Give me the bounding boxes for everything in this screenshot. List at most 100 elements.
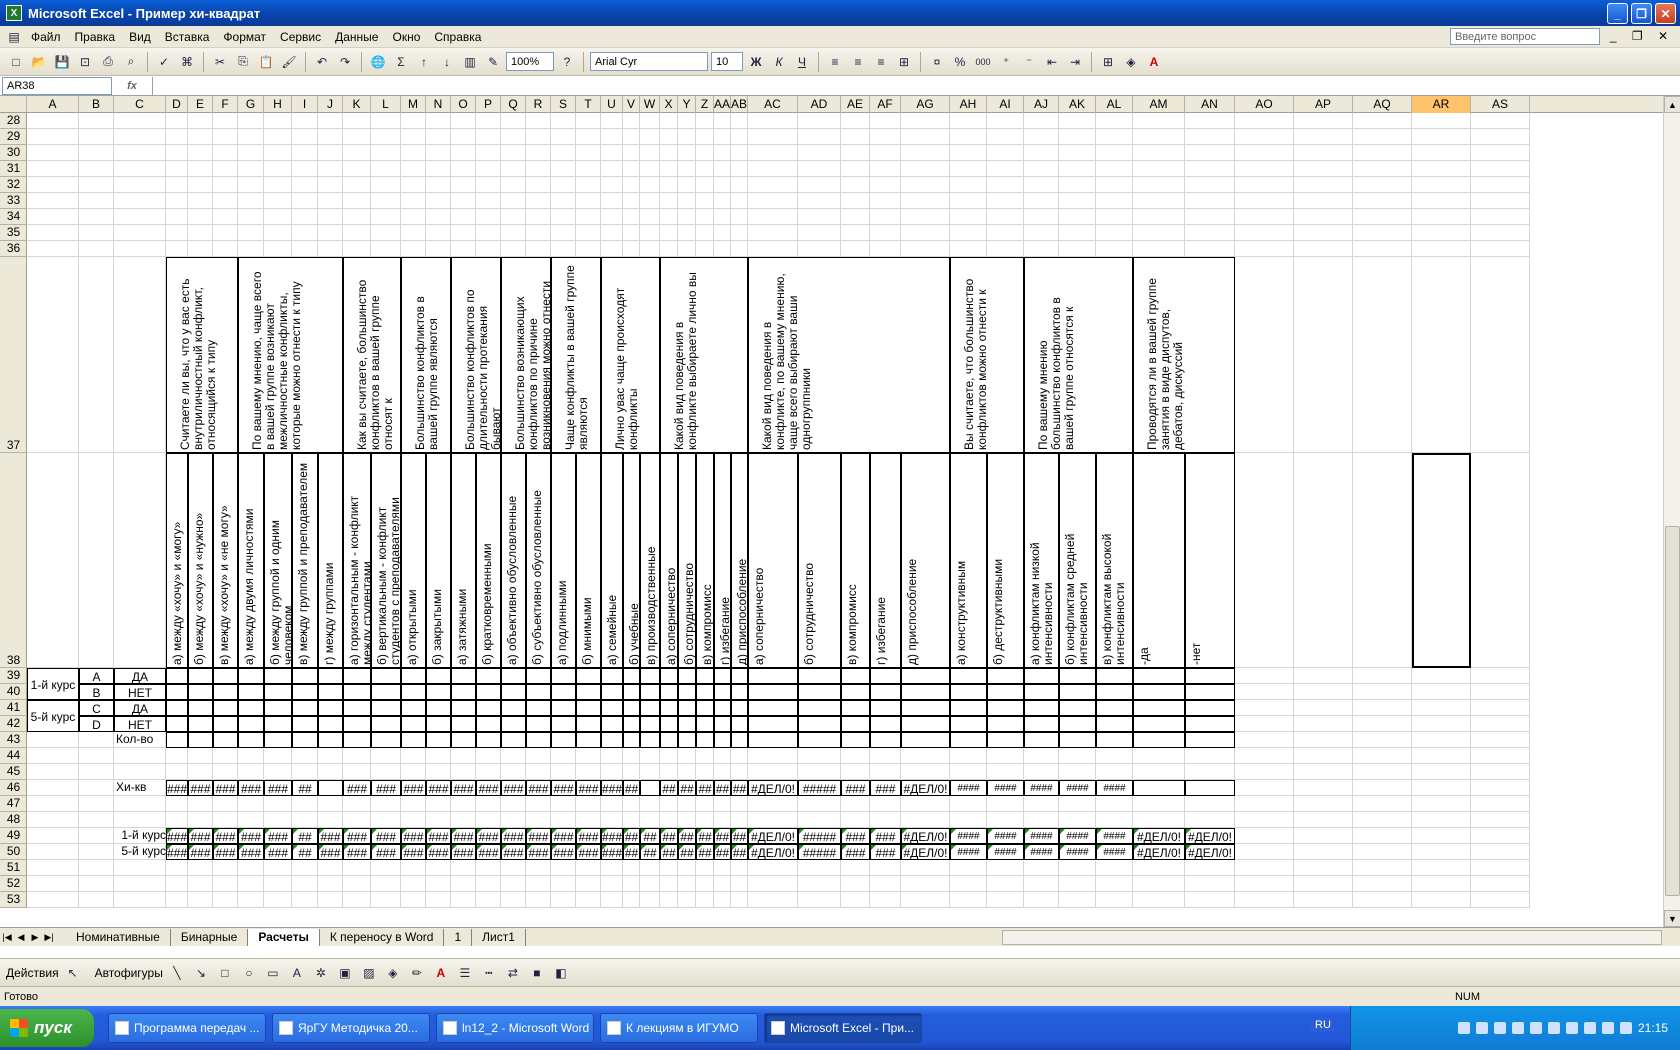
data-cell[interactable] bbox=[1024, 700, 1059, 716]
cell[interactable] bbox=[1412, 113, 1471, 129]
cell[interactable] bbox=[343, 892, 371, 908]
cell[interactable] bbox=[1294, 844, 1353, 860]
data-cell[interactable] bbox=[841, 668, 870, 684]
cell[interactable] bbox=[660, 892, 678, 908]
cell[interactable] bbox=[987, 764, 1024, 780]
cell[interactable] bbox=[1412, 193, 1471, 209]
question-header[interactable]: Считаете ли вы, что у вас есть внутрилич… bbox=[166, 257, 238, 453]
answer-header[interactable]: в) производственные bbox=[640, 453, 660, 668]
data-cell[interactable] bbox=[1024, 668, 1059, 684]
task-folder[interactable]: К лекциям в ИГУМО bbox=[600, 1013, 758, 1043]
data-cell[interactable] bbox=[476, 684, 501, 700]
data-cell[interactable] bbox=[987, 700, 1024, 716]
data-cell[interactable] bbox=[1096, 700, 1133, 716]
cell[interactable] bbox=[238, 812, 264, 828]
cell[interactable] bbox=[188, 860, 213, 876]
cell[interactable] bbox=[79, 748, 114, 764]
result-cell[interactable]: ##### bbox=[798, 780, 841, 796]
cell[interactable] bbox=[238, 113, 264, 129]
row-header-50[interactable]: 50 bbox=[0, 844, 27, 860]
data-cell[interactable] bbox=[1096, 732, 1133, 748]
cell[interactable] bbox=[870, 812, 901, 828]
cell[interactable] bbox=[27, 161, 79, 177]
data-cell[interactable] bbox=[371, 668, 401, 684]
undo-icon[interactable]: ↶ bbox=[312, 52, 332, 72]
cell[interactable] bbox=[551, 161, 576, 177]
cell[interactable] bbox=[426, 748, 451, 764]
data-cell[interactable] bbox=[696, 716, 714, 732]
column-header-ai[interactable]: AI bbox=[987, 96, 1024, 113]
column-header-aj[interactable]: AJ bbox=[1024, 96, 1059, 113]
cell[interactable] bbox=[798, 796, 841, 812]
cell[interactable] bbox=[501, 129, 526, 145]
cell[interactable] bbox=[1412, 812, 1471, 828]
cell[interactable] bbox=[501, 860, 526, 876]
cell[interactable] bbox=[238, 764, 264, 780]
cell[interactable] bbox=[714, 860, 731, 876]
cell[interactable] bbox=[870, 113, 901, 129]
cell[interactable] bbox=[1096, 876, 1133, 892]
paste-icon[interactable]: 📋 bbox=[256, 52, 276, 72]
cell[interactable] bbox=[318, 161, 343, 177]
result-cell[interactable]: #ДЕЛ/0! bbox=[748, 780, 798, 796]
row-header-46[interactable]: 46 bbox=[0, 780, 27, 796]
data-cell[interactable] bbox=[623, 732, 640, 748]
cell[interactable] bbox=[318, 113, 343, 129]
cell[interactable] bbox=[601, 796, 623, 812]
cell[interactable] bbox=[841, 225, 870, 241]
cell[interactable] bbox=[1353, 668, 1412, 684]
answer-header[interactable]: а) между «хочу» и «могу» bbox=[166, 453, 188, 668]
data-cell[interactable] bbox=[576, 668, 601, 684]
cell[interactable] bbox=[238, 860, 264, 876]
result-cell[interactable]: #ДЕЛ/0! bbox=[1133, 844, 1185, 860]
cell[interactable] bbox=[551, 225, 576, 241]
cell[interactable] bbox=[318, 145, 343, 161]
scroll-down-arrow[interactable]: ▼ bbox=[1664, 910, 1680, 927]
cell[interactable] bbox=[1059, 113, 1096, 129]
data-cell[interactable] bbox=[213, 700, 238, 716]
cell[interactable] bbox=[27, 225, 79, 241]
result-cell[interactable] bbox=[1185, 780, 1235, 796]
question-header[interactable]: Лично увас чаще происходят конфликты bbox=[601, 257, 660, 453]
cell[interactable] bbox=[501, 193, 526, 209]
cell[interactable] bbox=[27, 113, 79, 129]
cell[interactable] bbox=[950, 764, 987, 780]
cell[interactable] bbox=[292, 145, 318, 161]
cell[interactable] bbox=[1185, 145, 1235, 161]
data-cell[interactable] bbox=[870, 716, 901, 732]
result-cell[interactable]: ### bbox=[343, 828, 371, 844]
cell[interactable] bbox=[238, 161, 264, 177]
cell[interactable] bbox=[1059, 225, 1096, 241]
cell[interactable] bbox=[987, 812, 1024, 828]
permission-icon[interactable]: ⊡ bbox=[75, 52, 95, 72]
result-cell[interactable]: ### bbox=[451, 780, 476, 796]
cell[interactable] bbox=[731, 764, 748, 780]
cell[interactable] bbox=[640, 209, 660, 225]
column-header-m[interactable]: M bbox=[401, 96, 426, 113]
cell[interactable] bbox=[870, 241, 901, 257]
cell[interactable] bbox=[264, 161, 292, 177]
row-header-33[interactable]: 33 bbox=[0, 193, 27, 209]
cell[interactable] bbox=[1185, 796, 1235, 812]
cell[interactable] bbox=[318, 129, 343, 145]
question-header[interactable]: Большинство конфликтов в вашей группе яв… bbox=[401, 257, 451, 453]
answer-header[interactable]: а) подлинными bbox=[551, 453, 576, 668]
cell[interactable] bbox=[166, 876, 188, 892]
column-header-ad[interactable]: AD bbox=[798, 96, 841, 113]
cell[interactable] bbox=[576, 241, 601, 257]
data-cell[interactable] bbox=[1133, 732, 1185, 748]
result-cell[interactable]: #### bbox=[950, 844, 987, 860]
draw-actions-menu[interactable]: Действия bbox=[6, 966, 59, 980]
cell[interactable] bbox=[798, 748, 841, 764]
fill-color-icon[interactable]: ◈ bbox=[1121, 52, 1141, 72]
cell[interactable] bbox=[27, 453, 79, 668]
cell[interactable] bbox=[987, 113, 1024, 129]
cell[interactable] bbox=[678, 177, 696, 193]
cell[interactable] bbox=[318, 193, 343, 209]
row-header-51[interactable]: 51 bbox=[0, 860, 27, 876]
cell[interactable] bbox=[623, 161, 640, 177]
data-cell[interactable] bbox=[678, 700, 696, 716]
cell[interactable] bbox=[188, 812, 213, 828]
cell[interactable] bbox=[1353, 129, 1412, 145]
cell[interactable] bbox=[1096, 161, 1133, 177]
